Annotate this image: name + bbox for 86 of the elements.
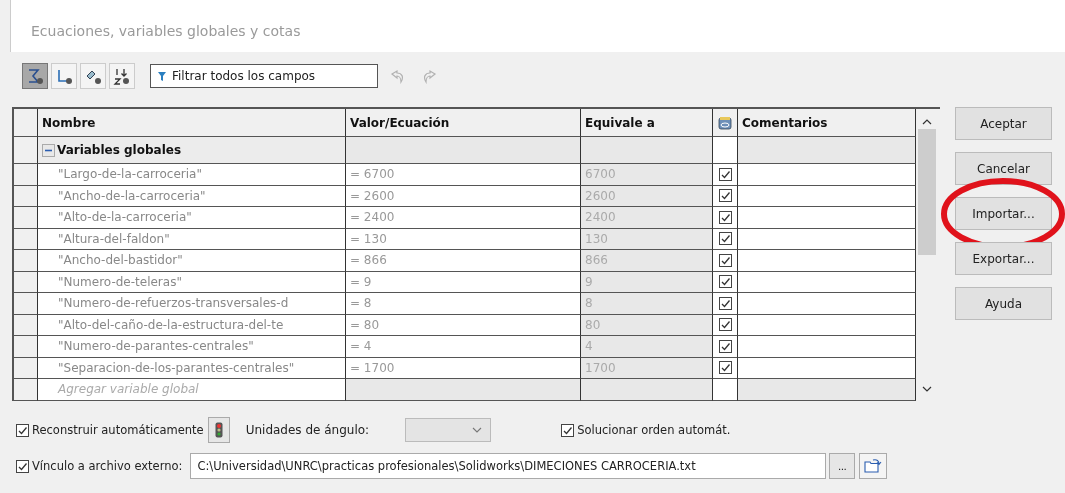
comment-cell[interactable] — [738, 314, 916, 336]
equation-cell[interactable]: = 8 — [346, 293, 581, 315]
variable-name: "Largo-de-la-carroceria" — [38, 164, 346, 186]
result-cell: 2600 — [581, 185, 713, 207]
window-title: Ecuaciones, variables globales y cotas — [31, 23, 301, 39]
checkbox-label[interactable]: Solucionar orden automát. — [577, 423, 731, 437]
dialog-button[interactable]: Ayuda — [955, 287, 1052, 320]
variable-name: "Alto-de-la-carroceria" — [38, 207, 346, 229]
comment-cell[interactable] — [738, 250, 916, 272]
result-cell: 6700 — [581, 164, 713, 186]
equation-cell[interactable]: = 2400 — [346, 207, 581, 229]
comment-cell[interactable] — [738, 357, 916, 379]
equation-cell[interactable]: = 866 — [346, 250, 581, 272]
checkbox[interactable] — [16, 459, 29, 473]
rebuild-button[interactable] — [207, 417, 230, 443]
result-cell: 2400 — [581, 207, 713, 229]
checkbox[interactable] — [718, 189, 732, 203]
comment-cell[interactable] — [738, 228, 916, 250]
view-toggle-button[interactable] — [51, 63, 77, 89]
equation-cell[interactable]: = 1700 — [346, 357, 581, 379]
checkbox[interactable] — [718, 296, 732, 310]
result-cell: 4 — [581, 336, 713, 358]
chevron-down-icon — [472, 427, 483, 433]
variable-name: "Numero-de-refuerzos-transversales-d — [38, 293, 346, 315]
checkbox[interactable] — [718, 275, 732, 289]
view-toggle-button[interactable] — [22, 63, 48, 89]
scroll-up-icon[interactable] — [922, 118, 932, 125]
result-cell: 866 — [581, 250, 713, 272]
checkbox[interactable] — [718, 339, 732, 353]
open-file-button[interactable] — [859, 453, 888, 479]
checkbox[interactable] — [718, 210, 732, 224]
view-toggle-button[interactable] — [109, 63, 135, 89]
result-cell: 1700 — [581, 357, 713, 379]
checkbox-label[interactable]: Reconstruir automáticamente — [32, 423, 204, 437]
equation-cell[interactable]: = 2600 — [346, 185, 581, 207]
result-cell: 9 — [581, 271, 713, 293]
comment-cell[interactable] — [738, 271, 916, 293]
dialog-button[interactable]: Aceptar — [955, 107, 1052, 140]
result-cell: 80 — [581, 314, 713, 336]
column-header: Valor/Ecuación — [346, 109, 581, 137]
checkbox[interactable] — [561, 423, 575, 437]
angle-units-label: Unidades de ángulo: — [245, 423, 370, 437]
checkbox[interactable] — [718, 253, 732, 267]
filter-icon — [157, 70, 167, 82]
traffic-light-icon — [214, 422, 223, 438]
comment-cell[interactable] — [738, 336, 916, 358]
comment-cell[interactable] — [738, 293, 916, 315]
column-header: Equivale a — [581, 109, 713, 137]
comment-cell[interactable] — [738, 185, 916, 207]
comment-cell[interactable] — [738, 164, 916, 186]
scroll-down-icon[interactable] — [922, 386, 932, 393]
variable-name: "Ancho-de-la-carroceria" — [38, 185, 346, 207]
equation-cell[interactable]: = 9 — [346, 271, 581, 293]
view-toggle-button[interactable] — [80, 63, 106, 89]
variable-name: "Altura-del-faldon" — [38, 228, 346, 250]
checkbox[interactable] — [718, 232, 732, 246]
variable-name: "Numero-de-teleras" — [38, 271, 346, 293]
equation-cell[interactable]: = 4 — [346, 336, 581, 358]
add-variable-cell[interactable]: Agregar variable global — [38, 379, 346, 401]
filter-field[interactable]: Filtrar todos los campos — [150, 64, 378, 88]
folder-arrow-icon — [864, 458, 883, 474]
checkbox[interactable] — [16, 423, 29, 437]
equation-cell[interactable]: = 130 — [346, 228, 581, 250]
dialog-button[interactable]: Exportar... — [955, 242, 1052, 275]
comment-cell[interactable] — [738, 207, 916, 229]
column-header: Comentarios — [738, 109, 916, 137]
result-cell: 130 — [581, 228, 713, 250]
variable-name: "Ancho-del-bastidor" — [38, 250, 346, 272]
sort-order-icon — [112, 66, 132, 86]
dialog-button[interactable]: Importar... — [955, 197, 1052, 230]
equation-cell[interactable]: = 6700 — [346, 164, 581, 186]
variable-name: "Separacion-de-los-parantes-centrales" — [38, 357, 346, 379]
column-header: Nombre — [38, 109, 346, 137]
variable-name: "Numero-de-parantes-centrales" — [38, 336, 346, 358]
collapse-icon[interactable] — [42, 143, 55, 157]
scrollbar-thumb[interactable] — [918, 129, 936, 255]
group-label: Variables globales — [57, 143, 182, 157]
checkbox-label[interactable]: Vínculo a archivo externo: — [32, 459, 183, 473]
equation-cell[interactable]: = 80 — [346, 314, 581, 336]
variable-name: "Alto-del-caño-de-la-estructura-del-te — [38, 314, 346, 336]
checkbox[interactable] — [718, 361, 732, 375]
checkbox[interactable] — [718, 167, 732, 181]
checkbox[interactable] — [718, 318, 732, 332]
file-path-field[interactable]: C:\Universidad\UNRC\practicas profesionales\Solidworks\DIMECIONES CARROCERIA.txt — [190, 453, 827, 479]
browse-button[interactable]: ... — [829, 453, 856, 479]
result-cell: 8 — [581, 293, 713, 315]
